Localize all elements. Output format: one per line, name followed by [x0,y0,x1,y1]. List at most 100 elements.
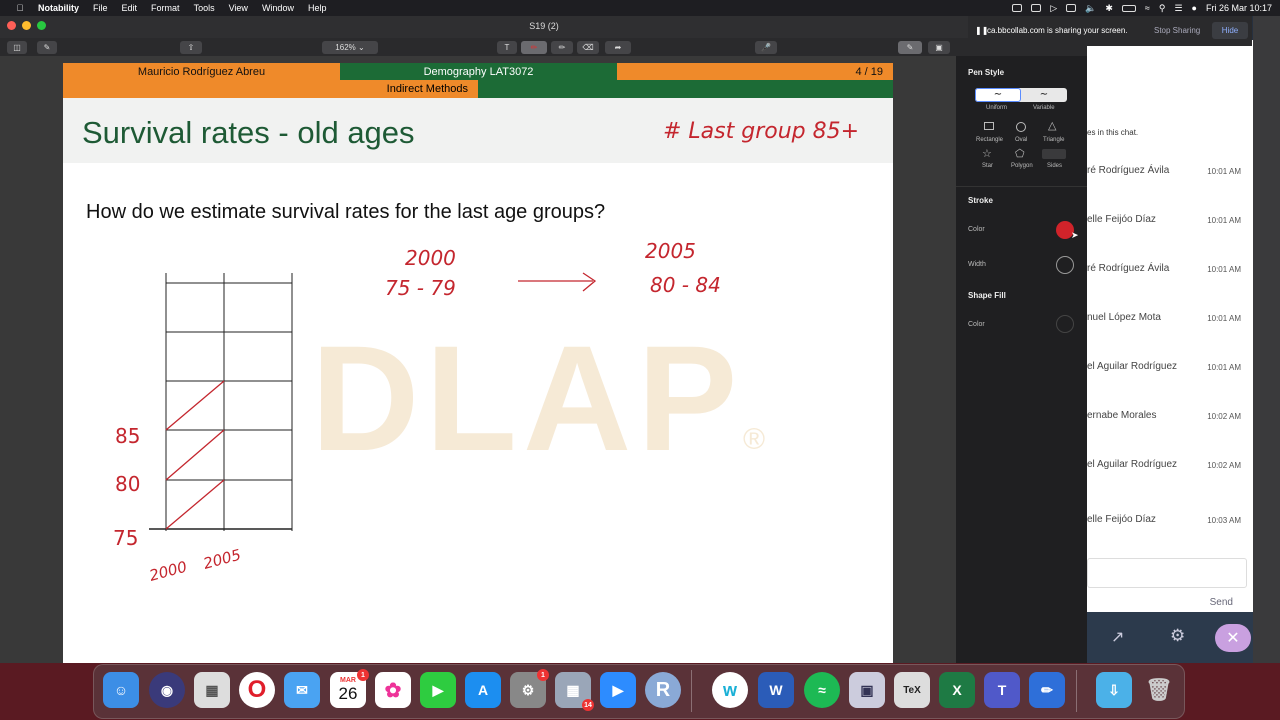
star-shape-icon[interactable]: ☆ [982,147,992,160]
chat-message[interactable]: el Aguilar Rodríguez 10:01 AM [1087,361,1253,401]
dropbox-icon[interactable] [1012,4,1023,12]
hand-age-75-79: 75 - 79 [385,276,456,300]
photos-icon[interactable]: ✿ [375,672,411,708]
sides-label: Sides [1047,163,1063,169]
teams-status-icon[interactable] [1031,4,1042,12]
sides-stepper[interactable] [1042,149,1066,159]
menu-help[interactable]: Help [308,3,327,13]
eraser-tool-icon[interactable]: ⌫ [577,41,599,54]
divider [956,186,1087,187]
menu-window[interactable]: Window [262,3,294,13]
chat-input[interactable] [1087,558,1247,588]
chat-message[interactable]: ré Rodríguez Ávila 10:01 AM [1087,263,1253,303]
launchpad-icon[interactable]: ▦ [194,672,230,708]
screen-record-icon[interactable] [1066,4,1077,12]
webex-icon[interactable]: w [712,672,748,708]
slide-page[interactable]: Mauricio Rodríguez Abreu Demography LAT3… [63,63,893,663]
document-canvas[interactable]: Mauricio Rodríguez Abreu Demography LAT3… [0,56,956,663]
battery-icon[interactable] [1121,4,1136,12]
downloads-folder-icon[interactable]: ⇩ [1096,672,1132,708]
menu-edit[interactable]: Edit [122,3,138,13]
calendar-badge: 1 [357,669,369,681]
chat-time: 10:03 AM [1207,516,1241,525]
play-icon[interactable]: ▷ [1050,3,1057,14]
texmaker-icon[interactable]: TeX [894,672,930,708]
settings-gear-icon[interactable]: ⚙ [1170,626,1185,646]
share-icon[interactable]: ⇧ [180,41,202,54]
spotify-icon[interactable]: ≈ [804,672,840,708]
uniform-style-option[interactable]: ∼ [975,88,1021,102]
stroke-width-control[interactable] [1056,256,1074,274]
toolbar: ◫ ✎ ⇧ 162% ⌄ T ✏ ✏ ⌫ ➦ 🎤 ✎ ▣ [0,38,1088,56]
siri-icon[interactable]: ● [1192,3,1197,13]
lasso-tool-icon[interactable]: ➦ [605,41,631,54]
volume-icon[interactable]: 🔈 [1085,3,1096,14]
chat-message[interactable]: elle Feijóo Díaz 10:03 AM [1087,514,1253,554]
chat-message[interactable]: el Aguilar Rodríguez 10:02 AM [1087,459,1253,499]
word-icon[interactable]: W [758,672,794,708]
bluetooth-icon[interactable]: ✱ [1105,3,1113,14]
apple-menu-icon[interactable]:  [14,3,26,13]
sidebar-toggle-icon[interactable]: ◫ [7,41,27,54]
fill-color-swatch[interactable] [1056,315,1074,333]
ink-layer: # Last group 85+ 2000 75 - 79 2005 80 - … [113,119,859,585]
app-grid-icon[interactable]: ▦ 14 [555,672,594,711]
hand-year-2000: 2000 [405,246,456,270]
notability-app-icon[interactable]: ✏ [1029,672,1065,708]
pen-tool-icon[interactable]: ✏ [521,41,547,54]
finder-icon[interactable]: ☺ [103,672,139,708]
triangle-shape-icon[interactable]: △ [1048,119,1056,132]
chat-message[interactable]: elle Feijóo Díaz 10:01 AM [1087,214,1253,254]
share-content-icon[interactable]: ↗ [1111,627,1124,647]
text-tool-icon[interactable]: T [497,41,517,54]
spotlight-search-icon[interactable]: ⚲ [1159,3,1166,14]
excel-icon[interactable]: X [939,672,975,708]
clock[interactable]: Fri 26 Mar 10:17 [1206,3,1272,13]
menu-format[interactable]: Format [151,3,180,13]
hide-share-button[interactable]: Hide [1212,22,1248,39]
mail-icon[interactable]: ✉ [284,672,320,708]
trash-icon[interactable]: 🗑 [1141,672,1177,708]
chat-time: 10:01 AM [1207,216,1241,225]
preview-icon[interactable]: ▣ [849,672,885,708]
system-preferences-icon[interactable]: ⚙ 1 [510,669,549,708]
zoom-dropdown[interactable]: 162% ⌄ [322,41,378,54]
chat-panel: es in this chat. ré Rodríguez Ávila 10:01… [1087,40,1253,663]
pen-settings-icon[interactable]: ✎ [898,41,922,54]
opera-icon[interactable]: O [239,672,275,708]
app-grid-badge: 14 [582,699,594,711]
control-center-icon[interactable]: ☰ [1174,3,1182,14]
calendar-icon[interactable]: MAR 26 1 [330,669,369,708]
oval-shape-icon[interactable] [1016,122,1026,132]
rectangle-shape-icon[interactable] [984,122,994,130]
send-button[interactable]: Send [1210,597,1233,608]
facetime-icon[interactable]: ▶ [420,672,456,708]
page-view-icon[interactable]: ▣ [928,41,950,54]
wifi-icon[interactable]: ≈ [1145,3,1150,13]
hand-label-80: 80 [115,472,140,496]
zoom-app-icon[interactable]: ▶ [600,672,636,708]
compose-icon[interactable]: ✎ [37,41,57,54]
hand-year-2005: 2005 [645,239,696,263]
menu-tools[interactable]: Tools [194,3,215,13]
highlighter-tool-icon[interactable]: ✏ [551,41,573,54]
menu-view[interactable]: View [229,3,248,13]
close-collab-icon[interactable]: ✕ [1215,624,1251,652]
siri-app-icon[interactable]: ◉ [149,672,185,708]
mouse-cursor-icon: ➤ [1071,230,1079,240]
chat-message[interactable]: ernabe Morales 10:02 AM [1087,410,1253,450]
polygon-shape-icon[interactable]: ⬠ [1015,147,1025,160]
app-store-icon[interactable]: A [465,672,501,708]
right-edge [1253,16,1280,663]
microphone-icon[interactable]: 🎤 [755,41,777,54]
menu-app[interactable]: Notability [38,3,79,13]
stop-sharing-button[interactable]: Stop Sharing [1154,26,1200,35]
chat-message[interactable]: nuel López Mota 10:01 AM [1087,312,1253,352]
r-app-icon[interactable]: R [645,672,681,708]
cohort-lines [165,272,597,530]
menu-file[interactable]: File [93,3,108,13]
pen-settings-panel: Pen Style ∼ ∼ Uniform Variable Rectangle… [956,56,1087,663]
variable-style-option[interactable]: ∼ [1021,88,1067,102]
chat-message[interactable]: ré Rodríguez Ávila 10:01 AM [1087,165,1253,205]
teams-icon[interactable]: T [984,672,1020,708]
